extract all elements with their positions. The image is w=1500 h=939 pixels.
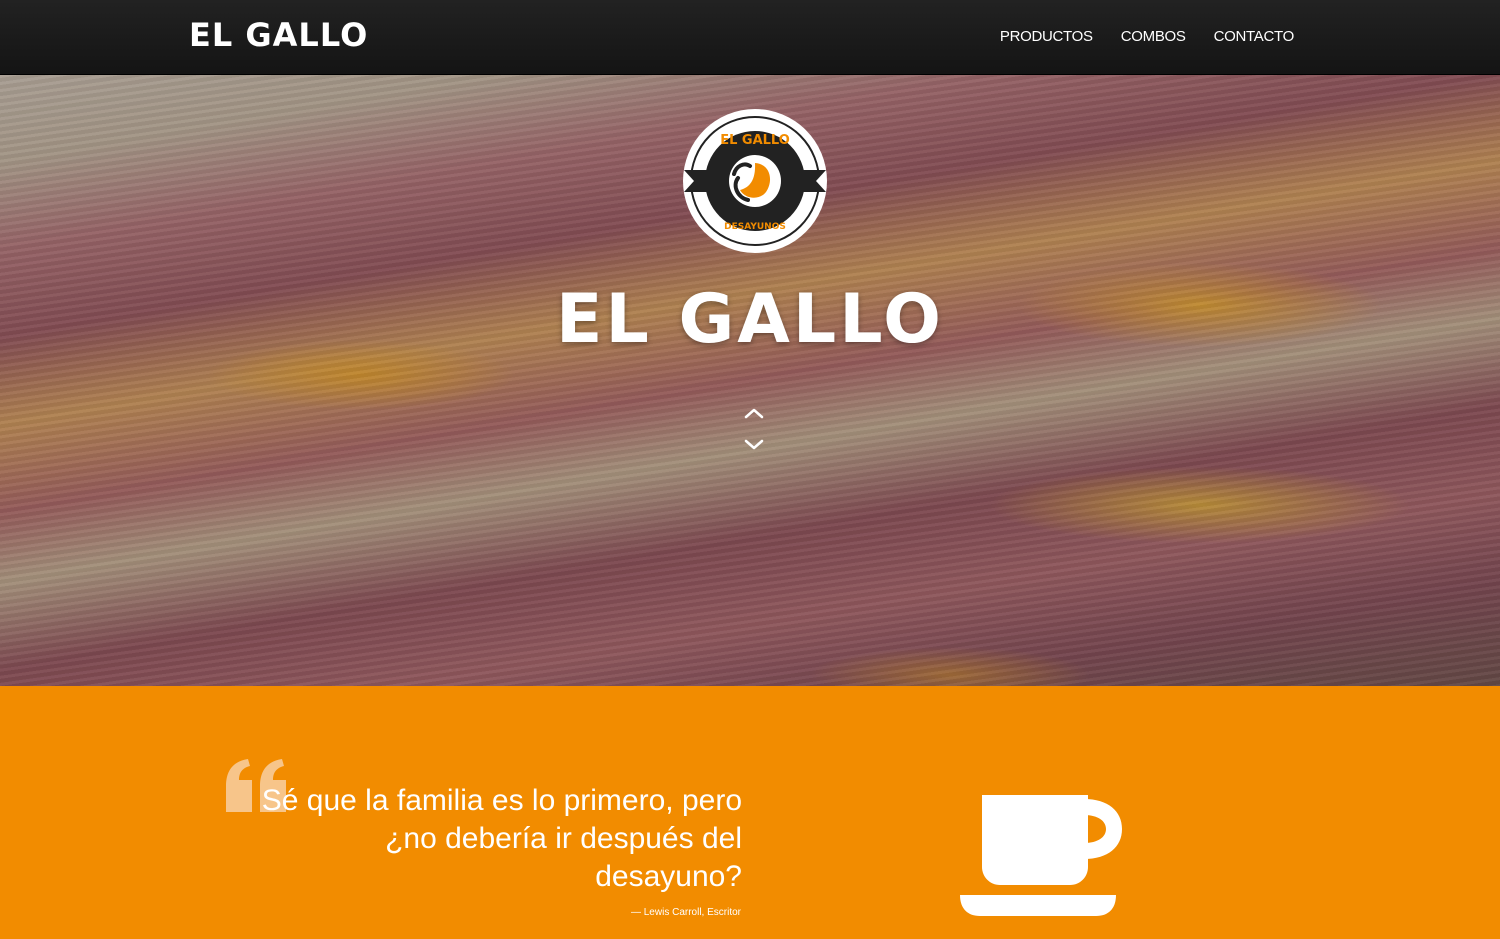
top-navbar: EL GALLO PRODUCTOS COMBOS CONTACTO — [0, 0, 1500, 75]
coffee-cup-icon — [960, 795, 1122, 916]
logo-top-text: EL GALLO — [720, 133, 790, 148]
logo-bottom-text: DESAYUNOS — [724, 222, 786, 232]
quote-text: Sé que la familia es lo primero, pero ¿n… — [261, 784, 742, 893]
hero-section: EL GALLO DESAYUNOS EL GALLO — [0, 75, 1500, 686]
quote-section: Sé que la familia es lo primero, pero ¿n… — [0, 686, 1500, 939]
quote-author: — Lewis Carroll, Escritor — [630, 907, 741, 918]
brand-logo-link[interactable]: EL GALLO — [189, 16, 368, 54]
chevron-up-down-icon[interactable] — [740, 405, 768, 457]
el-gallo-logo-badge: EL GALLO DESAYUNOS — [683, 109, 827, 253]
hero-title: EL GALLO — [556, 280, 944, 359]
nav-link-combos[interactable]: COMBOS — [1121, 28, 1186, 45]
nav-link-contacto[interactable]: CONTACTO — [1214, 28, 1295, 45]
nav-links: PRODUCTOS COMBOS CONTACTO — [1000, 28, 1294, 45]
nav-link-productos[interactable]: PRODUCTOS — [1000, 28, 1093, 45]
